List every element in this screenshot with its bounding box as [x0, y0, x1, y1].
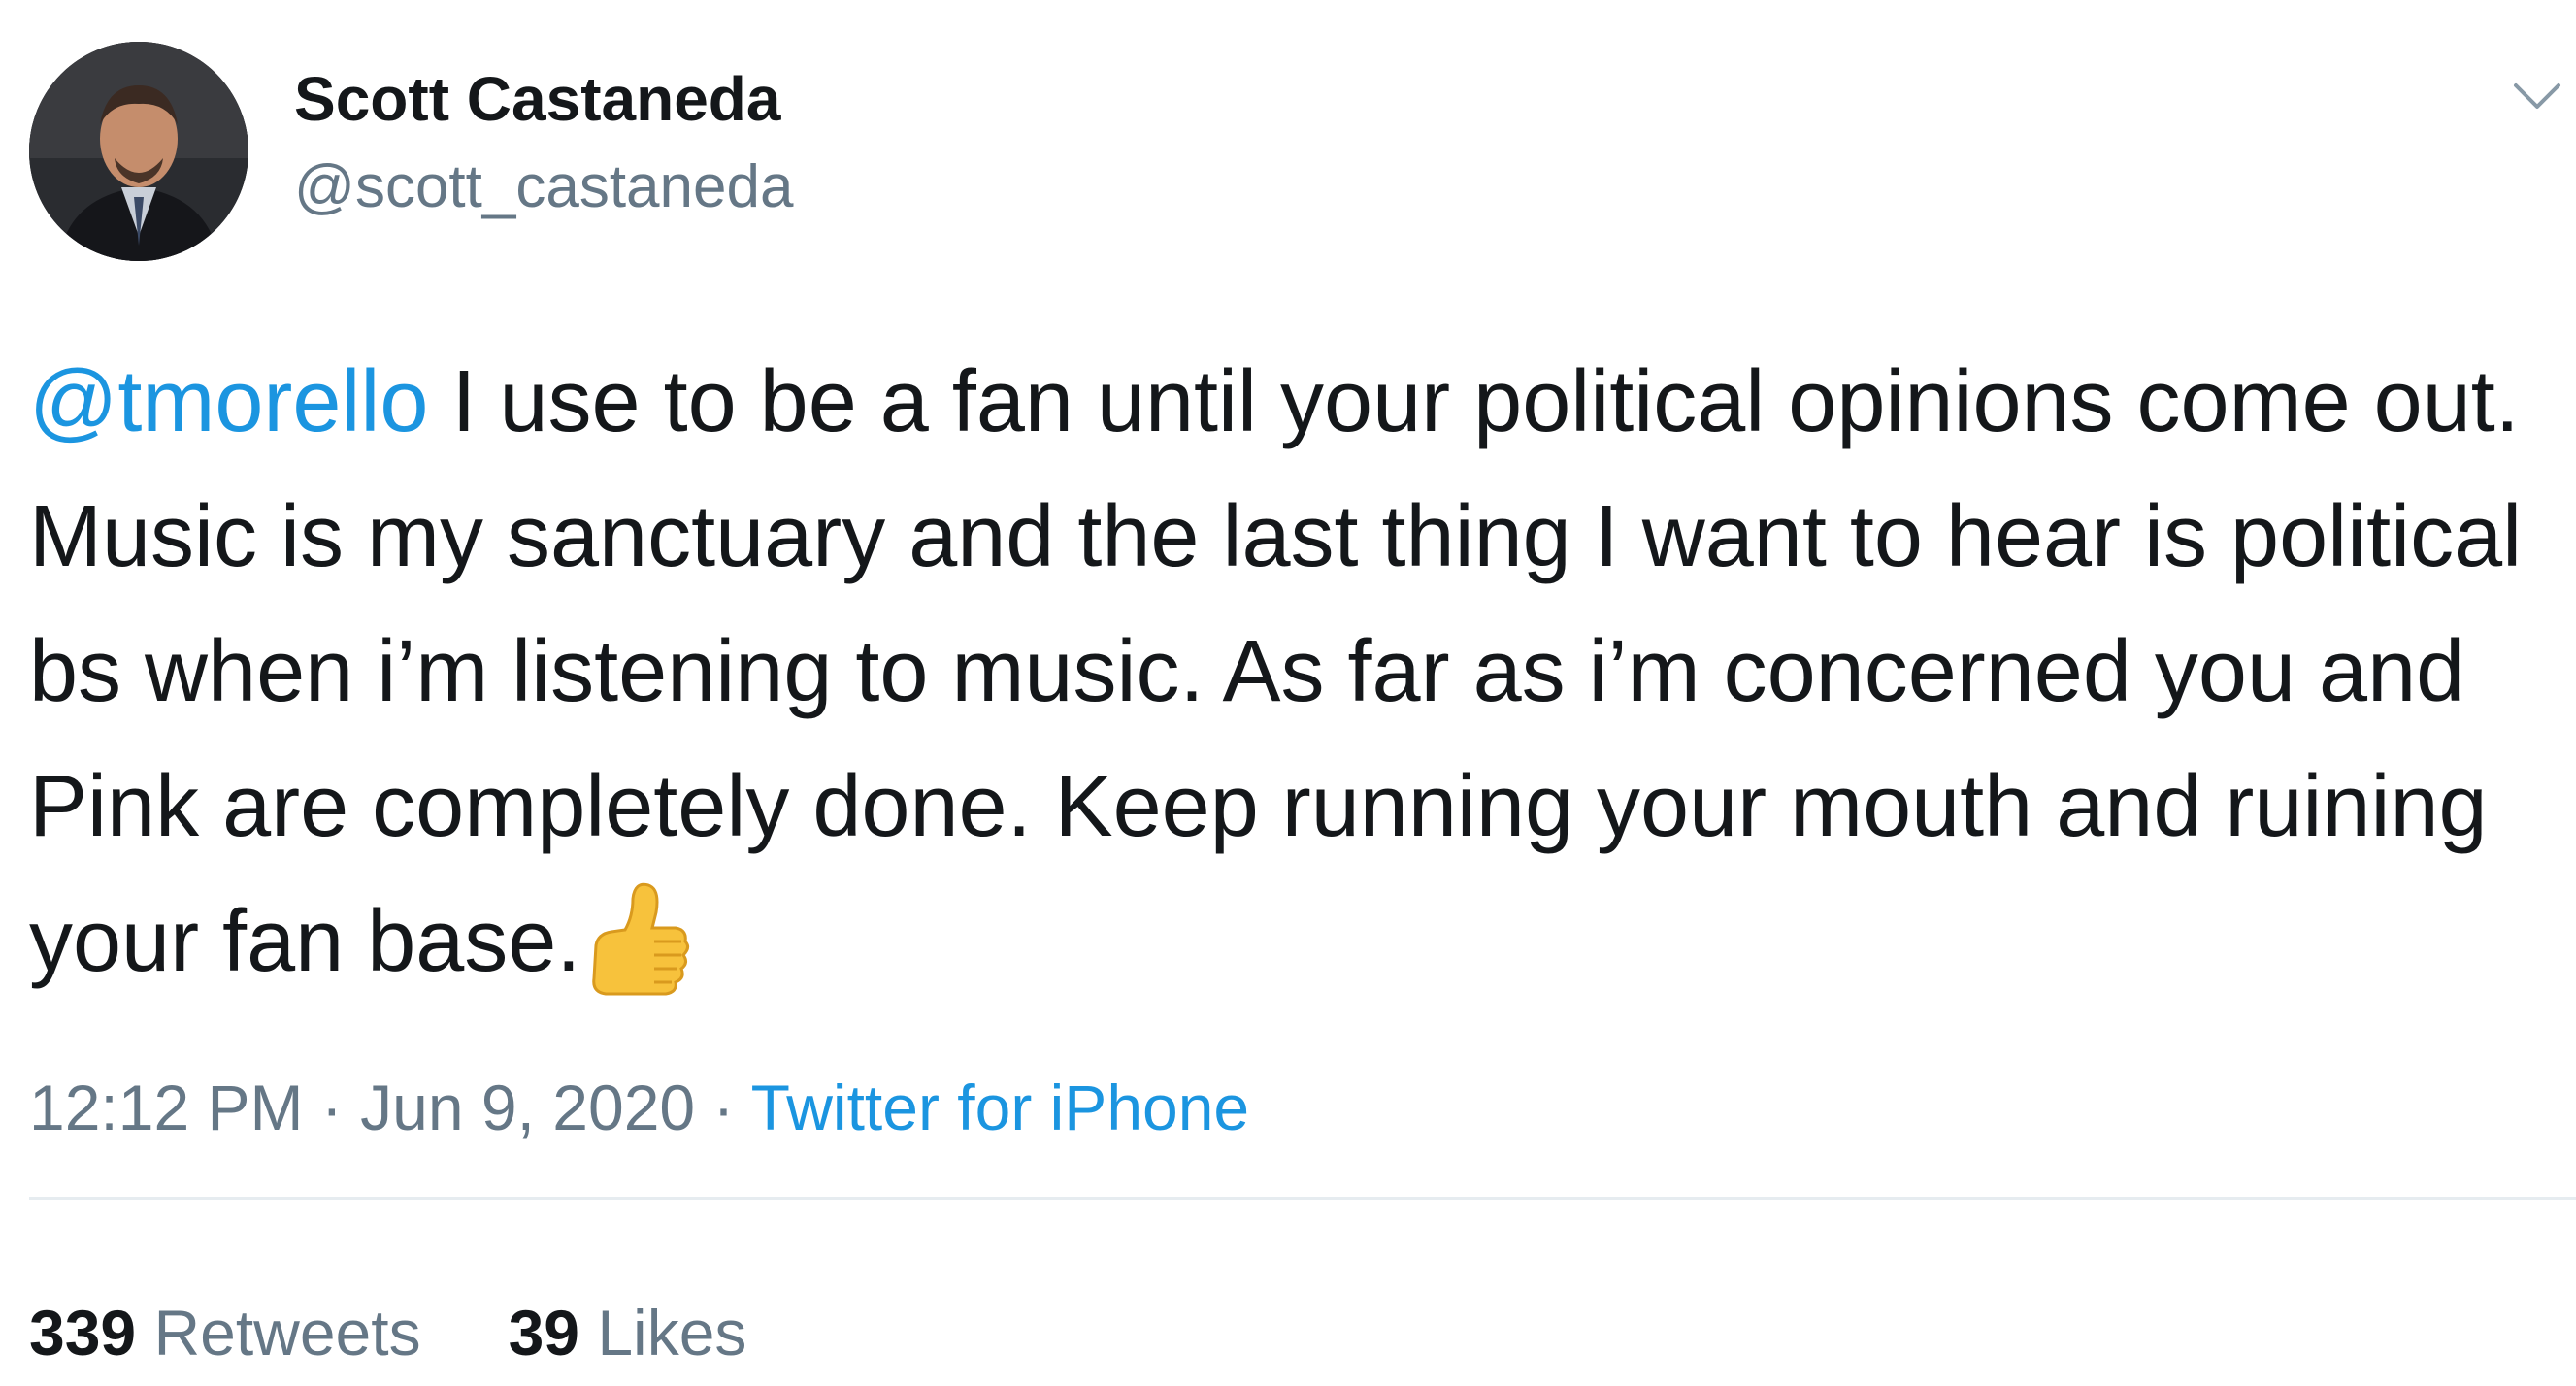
tweet-card: Scott Castaneda @scott_castaneda @tmorel… [0, 0, 2576, 1386]
tweet-time[interactable]: 12:12 PM [29, 1072, 304, 1143]
tweet-meta: 12:12 PM · Jun 9, 2020 · Twitter for iPh… [29, 1075, 1249, 1139]
meta-separator: · [695, 1072, 751, 1143]
user-handle[interactable]: @scott_castaneda [294, 157, 793, 217]
divider [29, 1197, 2576, 1200]
mention-link[interactable]: @tmorello [29, 353, 428, 450]
retweets-label: Retweets [136, 1297, 421, 1369]
tweet-text: @tmorello I use to be a fan until your p… [29, 335, 2572, 1009]
avatar-photo [29, 42, 248, 261]
likes-count: 39 [508, 1297, 580, 1369]
tweet-source-link[interactable]: Twitter for iPhone [751, 1072, 1250, 1143]
likes-stat[interactable]: 39 Likes [509, 1301, 747, 1365]
tweet-date[interactable]: Jun 9, 2020 [360, 1072, 695, 1143]
retweets-stat[interactable]: 339 Retweets [29, 1301, 421, 1365]
thumbs-up-icon [586, 877, 691, 998]
likes-label: Likes [579, 1297, 747, 1369]
chevron-down-icon[interactable] [2510, 68, 2564, 122]
display-name[interactable]: Scott Castaneda [294, 68, 780, 130]
meta-separator: · [303, 1072, 361, 1143]
avatar[interactable] [29, 42, 248, 261]
retweets-count: 339 [29, 1297, 137, 1369]
tweet-stats: 339 Retweets 39 Likes [29, 1301, 746, 1365]
